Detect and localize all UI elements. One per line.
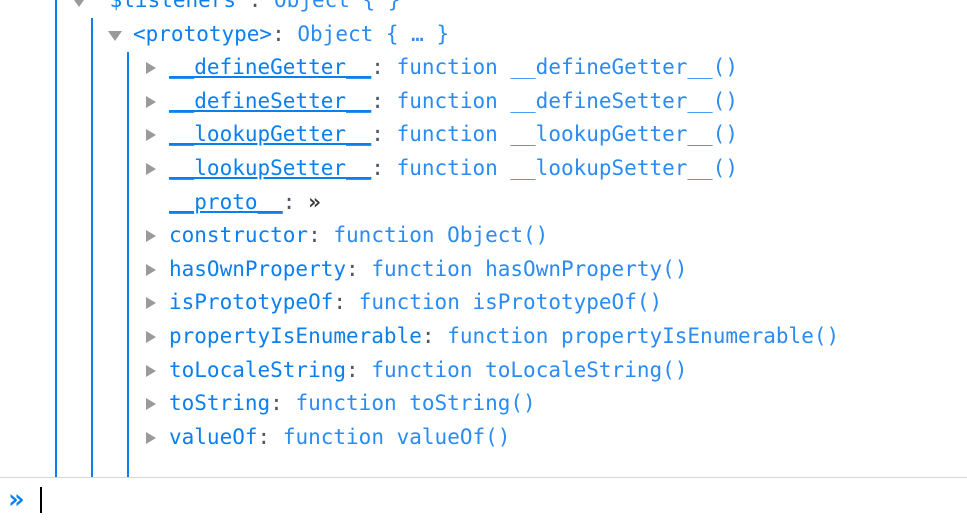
- property-key[interactable]: __lookupGetter__: [169, 122, 371, 146]
- property-key[interactable]: hasOwnProperty: [169, 257, 346, 281]
- tree-row[interactable]: toString: function toString(): [0, 387, 967, 421]
- tree-row[interactable]: <prototype>: Object { … }: [0, 18, 967, 52]
- property-value: function isPrototypeOf(): [358, 290, 663, 315]
- property-key[interactable]: __defineSetter__: [169, 89, 371, 113]
- key-value-separator: :: [270, 391, 283, 416]
- property-key[interactable]: constructor: [169, 223, 308, 247]
- key-value-separator: :: [282, 189, 296, 214]
- chevron-right-icon[interactable]: [145, 387, 159, 421]
- tree-row[interactable]: hasOwnProperty: function hasOwnProperty(…: [0, 253, 967, 287]
- text-caret: [40, 486, 43, 513]
- chevron-right-icon[interactable]: [145, 253, 159, 287]
- tree-row[interactable]: __lookupGetter__: function __lookupGette…: [0, 118, 967, 152]
- console-input-row[interactable]: »: [0, 478, 967, 521]
- chevron-down-icon[interactable]: [72, 0, 87, 18]
- property-key[interactable]: __proto__: [169, 190, 283, 214]
- property-value: function __lookupSetter__(): [396, 155, 738, 180]
- key-value-separator: :: [346, 357, 359, 382]
- chevron-right-icon[interactable]: [145, 85, 159, 119]
- property-value: function Object(): [333, 223, 549, 248]
- chevron-right-icon[interactable]: [145, 118, 159, 152]
- key-value-separator: :: [421, 323, 435, 348]
- key-value-separator: :: [371, 155, 384, 180]
- key-value-separator: :: [371, 122, 384, 147]
- chevron-right-icon[interactable]: [145, 320, 159, 354]
- key-value-separator: :: [371, 55, 384, 80]
- property-key[interactable]: valueOf: [169, 425, 258, 449]
- property-key[interactable]: <prototype>: [133, 22, 272, 46]
- chevron-right-icon[interactable]: [145, 421, 159, 455]
- key-value-separator: :: [257, 424, 271, 449]
- property-key[interactable]: toLocaleString: [169, 358, 346, 382]
- property-key[interactable]: __defineGetter__: [169, 55, 371, 79]
- tree-row[interactable]: valueOf: function valueOf(): [0, 421, 967, 455]
- key-value-separator: :: [371, 88, 384, 113]
- property-value: Object { … }: [297, 21, 450, 46]
- expand-more-icon[interactable]: »: [308, 190, 321, 214]
- property-key[interactable]: isPrototypeOf: [169, 290, 333, 314]
- chevron-right-icon[interactable]: [145, 152, 159, 186]
- tree-row[interactable]: __proto__: »: [0, 186, 967, 220]
- property-key[interactable]: toString: [169, 391, 270, 415]
- chevron-right-icon[interactable]: [145, 219, 159, 253]
- tree-row[interactable]: "$listeners": Object { }: [0, 0, 967, 18]
- key-value-separator: :: [346, 256, 359, 281]
- property-key[interactable]: __lookupSetter__: [169, 156, 371, 180]
- tree-row[interactable]: constructor: function Object(): [0, 219, 967, 253]
- key-value-separator: :: [333, 290, 347, 315]
- key-value-separator: :: [308, 223, 321, 248]
- console-prompt-icon: »: [8, 484, 24, 515]
- chevron-right-icon[interactable]: [145, 286, 159, 320]
- chevron-right-icon[interactable]: [145, 354, 159, 388]
- key-value-separator: :: [272, 21, 285, 46]
- property-key[interactable]: propertyIsEnumerable: [169, 324, 422, 348]
- property-value: function toString(): [295, 391, 536, 416]
- tree-row[interactable]: __defineSetter__: function __defineSette…: [0, 85, 967, 119]
- property-value: function __defineGetter__(): [396, 55, 738, 80]
- property-value: function __lookupGetter__(): [396, 122, 738, 147]
- tree-row[interactable]: toLocaleString: function toLocaleString(…: [0, 354, 967, 388]
- tree-row[interactable]: __lookupSetter__: function __lookupSette…: [0, 152, 967, 186]
- tree-row[interactable]: propertyIsEnumerable: function propertyI…: [0, 320, 967, 354]
- console-input[interactable]: [40, 486, 967, 514]
- chevron-down-icon[interactable]: [108, 18, 123, 52]
- chevron-right-icon[interactable]: [145, 51, 159, 85]
- object-inspector-tree[interactable]: "$listeners": Object { } <prototype>: Obj…: [0, 0, 967, 477]
- property-value: Object { }: [274, 0, 401, 12]
- devtools-console-panel: "$listeners": Object { } <prototype>: Obj…: [0, 0, 967, 521]
- property-key[interactable]: "$listeners": [97, 0, 249, 12]
- tree-row[interactable]: __defineGetter__: function __defineGette…: [0, 51, 967, 85]
- property-value: function valueOf(): [282, 424, 511, 449]
- tree-row-list: "$listeners": Object { } <prototype>: Obj…: [0, 0, 967, 454]
- key-value-separator: :: [248, 0, 262, 12]
- property-value: function hasOwnProperty(): [371, 256, 688, 281]
- property-value: function __defineSetter__(): [396, 88, 738, 113]
- property-value: function propertyIsEnumerable(): [447, 323, 840, 348]
- tree-row[interactable]: isPrototypeOf: function isPrototypeOf(): [0, 286, 967, 320]
- property-value: function toLocaleString(): [371, 357, 688, 382]
